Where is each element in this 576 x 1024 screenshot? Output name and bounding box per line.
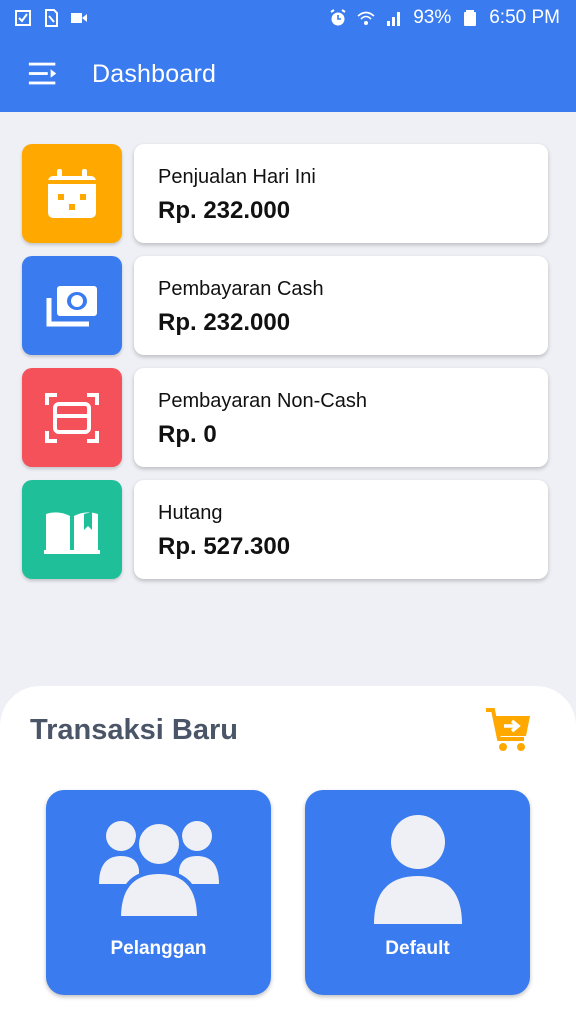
- card-scan-icon: [22, 368, 122, 467]
- card-pembayaran-non-cash[interactable]: Pembayaran Non-Cash Rp. 0: [22, 368, 548, 467]
- cart-arrow-icon[interactable]: [484, 706, 532, 754]
- section-title: Transaksi Baru: [30, 714, 238, 746]
- cash-icon: [22, 256, 122, 355]
- card-body: Pembayaran Cash Rp. 232.000: [134, 256, 548, 355]
- card-value: Rp. 232.000: [158, 309, 291, 336]
- card-hutang[interactable]: Hutang Rp. 527.300: [22, 480, 548, 579]
- default-button[interactable]: Default: [305, 790, 530, 995]
- card-penjualan-hari-ini[interactable]: Penjualan Hari Ini Rp. 232.000: [22, 144, 548, 243]
- battery-percent: 93%: [413, 7, 452, 28]
- wifi-icon: [357, 9, 375, 27]
- card-value: Rp. 527.300: [158, 533, 291, 560]
- book-icon: [22, 480, 122, 579]
- button-label: Default: [385, 938, 450, 959]
- status-right: 93% 6:50 PM: [329, 7, 560, 29]
- card-label: Hutang: [158, 502, 223, 524]
- summary-cards: Penjualan Hari Ini Rp. 232.000 Pembayara…: [22, 144, 548, 592]
- pelanggan-button[interactable]: Pelanggan: [46, 790, 271, 995]
- status-bar: 93% 6:50 PM: [0, 0, 576, 36]
- card-label: Penjualan Hari Ini: [158, 166, 316, 188]
- card-value: Rp. 0: [158, 421, 217, 448]
- card-value: Rp. 232.000: [158, 197, 291, 224]
- video-icon: [70, 9, 88, 27]
- status-left: [14, 9, 88, 27]
- card-body: Hutang Rp. 527.300: [134, 480, 548, 579]
- customers-icon: [98, 820, 219, 920]
- app-bar: Dashboard: [0, 36, 576, 112]
- card-pembayaran-cash[interactable]: Pembayaran Cash Rp. 232.000: [22, 256, 548, 355]
- new-transaction-panel: Transaksi Baru Pelanggan Default: [0, 686, 576, 1024]
- battery-icon: [461, 9, 479, 27]
- card-body: Penjualan Hari Ini Rp. 232.000: [134, 144, 548, 243]
- menu-icon[interactable]: [26, 56, 62, 92]
- alarm-icon: [329, 9, 347, 27]
- card-body: Pembayaran Non-Cash Rp. 0: [134, 368, 548, 467]
- signal-icon: [385, 9, 403, 27]
- user-icon: [373, 815, 462, 924]
- card-label: Pembayaran Cash: [158, 278, 324, 300]
- card-label: Pembayaran Non-Cash: [158, 390, 367, 412]
- sim-icon: [42, 9, 60, 27]
- checkbox-icon: [14, 9, 32, 27]
- button-label: Pelanggan: [110, 938, 207, 959]
- clock: 6:50 PM: [489, 7, 560, 28]
- calendar-icon: [22, 144, 122, 243]
- page-title: Dashboard: [92, 59, 217, 88]
